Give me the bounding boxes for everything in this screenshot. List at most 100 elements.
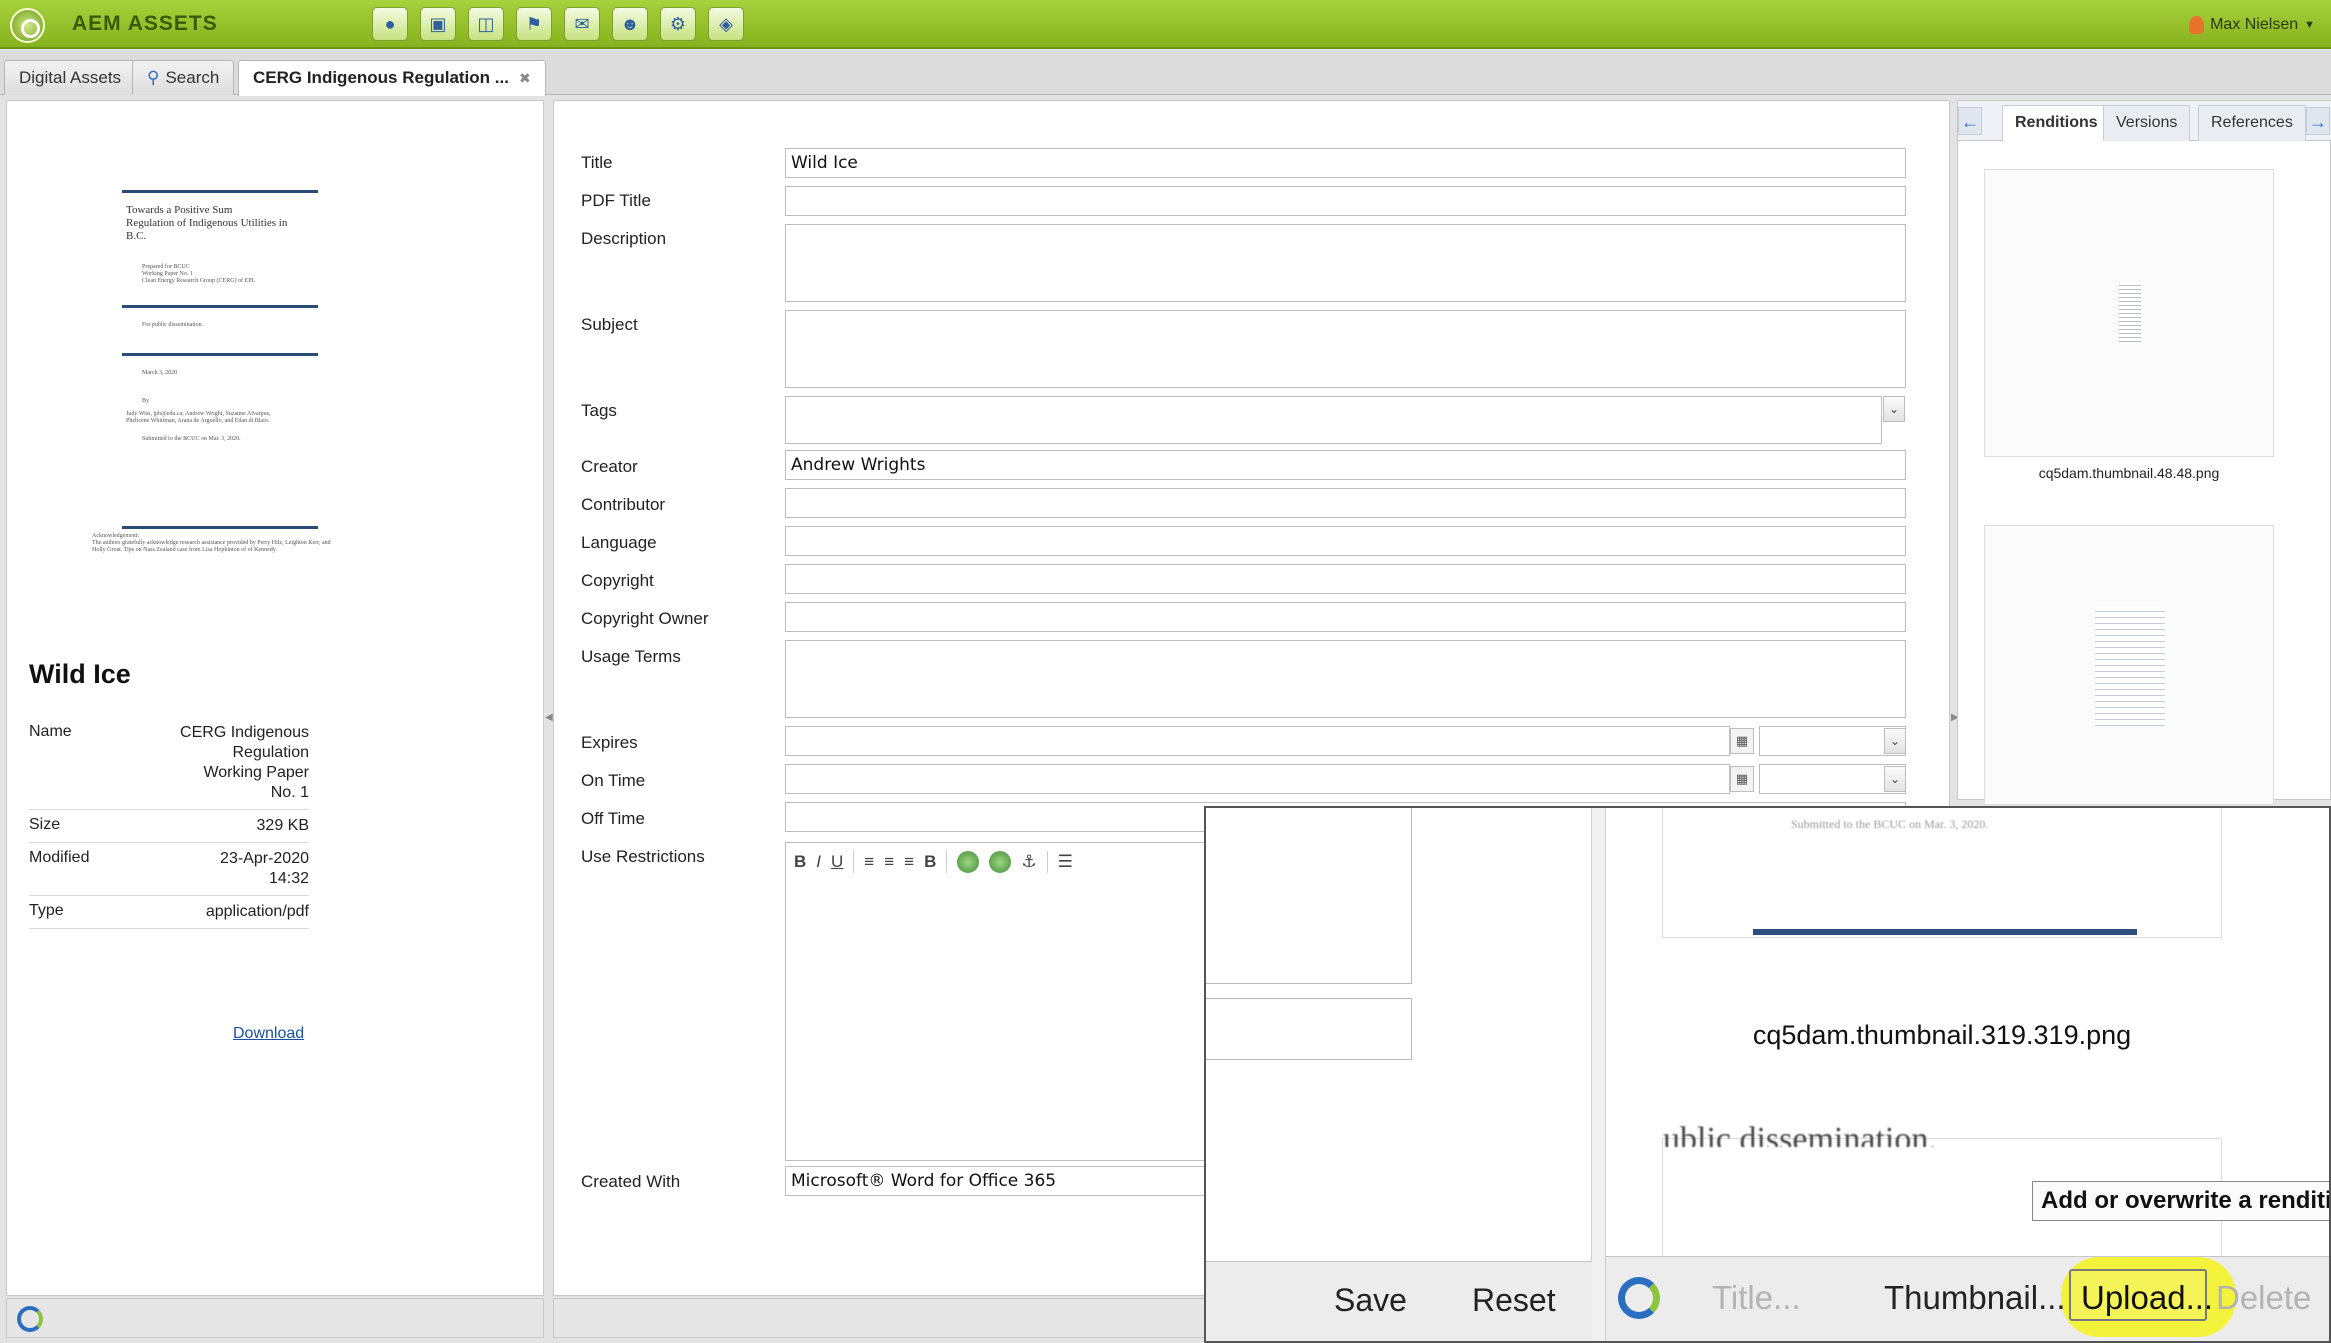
- meta-key: Name: [29, 723, 72, 740]
- off-time-label: Off Time: [581, 809, 645, 828]
- underline-button[interactable]: U: [831, 852, 843, 872]
- unlink-icon[interactable]: [989, 851, 1012, 873]
- doc-authors: Judy Wiss, jpb@edu.ca; Andrew Wright, Su…: [126, 411, 271, 424]
- doc-prepared: Prepared for BCUC Working Paper No. 1 Cl…: [142, 264, 256, 284]
- tab-digital-assets[interactable]: Digital Assets: [4, 60, 137, 95]
- doc-rule: [122, 353, 318, 356]
- doc-rule: [1753, 929, 2137, 935]
- preview-text: Submitted to the BCUC on Mar. 3, 2020.: [1791, 817, 1989, 831]
- refresh-icon[interactable]: [17, 1306, 43, 1332]
- tab-label: Digital Assets: [19, 68, 122, 87]
- bullet-list-icon[interactable]: ☰: [1058, 852, 1073, 872]
- refresh-icon[interactable]: [1618, 1277, 1660, 1319]
- users-icon[interactable]: ☻: [612, 7, 648, 41]
- rendition-thumbnail[interactable]: [1984, 169, 2274, 457]
- tab-references[interactable]: References: [2198, 105, 2306, 141]
- aem-logo-icon[interactable]: [10, 8, 45, 43]
- creator-input[interactable]: Andrew Wrights: [785, 450, 1906, 480]
- doc-acknowledgement: Acknowledgement: The authors gratefully …: [92, 533, 331, 553]
- title-button[interactable]: Title...: [1712, 1279, 1801, 1317]
- usage-terms-textarea[interactable]: [785, 640, 1906, 718]
- save-button[interactable]: Save: [1334, 1282, 1407, 1319]
- copyright-input[interactable]: [785, 564, 1906, 594]
- pdf-title-input[interactable]: [785, 186, 1906, 216]
- created-with-label: Created With: [581, 1172, 681, 1191]
- chevron-down-icon[interactable]: ⌄: [1883, 396, 1905, 422]
- usage-terms-label: Usage Terms: [581, 647, 681, 666]
- description-textarea[interactable]: [785, 224, 1906, 302]
- doc-rule: [122, 190, 318, 193]
- asset-title: Wild Ice: [29, 659, 131, 689]
- calendar-icon[interactable]: ▦: [1730, 766, 1754, 792]
- inbox-icon[interactable]: ✉: [564, 7, 600, 41]
- italic-button[interactable]: I: [816, 852, 821, 872]
- align-right-icon[interactable]: ≡: [904, 852, 914, 872]
- upload-button[interactable]: Upload...: [2081, 1279, 2213, 1317]
- tags-input[interactable]: [785, 396, 1882, 444]
- top-toolbar: ● ▣ ◫ ⚑ ✉ ☻ ⚙ ◈: [372, 7, 744, 41]
- tags-label: Tags: [581, 401, 617, 420]
- tools-icon[interactable]: ⚙: [660, 7, 696, 41]
- user-menu[interactable]: Max Nielsen ▼: [2189, 16, 2315, 34]
- anchor-icon[interactable]: ⚓: [1021, 852, 1036, 872]
- toolbar-divider: [853, 851, 855, 873]
- reset-button[interactable]: Reset: [1472, 1282, 1556, 1319]
- tab-asset-editor[interactable]: CERG Indigenous Regulation ... ✖: [238, 60, 546, 96]
- chevron-down-icon: ▼: [2304, 19, 2315, 31]
- zoom-textarea[interactable]: [1206, 808, 1412, 984]
- align-center-icon[interactable]: ≡: [884, 852, 894, 872]
- meta-value: 23-Apr-2020 14:32: [220, 850, 309, 887]
- renditions-panel: ← Renditions Versions References → cq5da…: [1957, 100, 2331, 805]
- bold-button[interactable]: B: [794, 852, 806, 872]
- copyright-owner-label: Copyright Owner: [581, 609, 709, 628]
- chevron-down-icon[interactable]: ⌄: [1884, 728, 1906, 754]
- renditions-tab-bar: ← Renditions Versions References →: [1958, 101, 2331, 141]
- copyright-owner-input[interactable]: [785, 602, 1906, 632]
- on-time-date-input[interactable]: [785, 764, 1730, 794]
- meta-value: application/pdf: [205, 903, 309, 920]
- creator-label: Creator: [581, 457, 638, 476]
- globe-icon[interactable]: ●: [372, 7, 408, 41]
- zoom-overlay: Save Reset Submitted to the BCUC on Mar.…: [1204, 806, 2331, 1343]
- panel-splitter[interactable]: ◀: [544, 100, 553, 1296]
- zoom-input[interactable]: [1206, 998, 1412, 1060]
- doc-rule: [122, 526, 318, 529]
- link-icon[interactable]: [957, 851, 980, 873]
- align-left-icon[interactable]: ≡: [864, 852, 874, 872]
- doc-date: March 3, 2020: [142, 370, 178, 376]
- doc-title: Towards a Positive Sum Regulation of Ind…: [126, 204, 288, 242]
- arrow-left-icon[interactable]: ←: [1958, 107, 1982, 135]
- title-input[interactable]: Wild Ice: [785, 148, 1906, 178]
- download-link[interactable]: Download: [233, 1025, 304, 1043]
- meta-row-size: Size 329 KB: [29, 810, 309, 843]
- arrow-right-icon[interactable]: →: [2306, 107, 2330, 135]
- contributor-input[interactable]: [785, 488, 1906, 518]
- document-preview[interactable]: Towards a Positive Sum Regulation of Ind…: [83, 187, 363, 657]
- delete-button[interactable]: Delete: [2216, 1279, 2311, 1317]
- language-input[interactable]: [785, 526, 1906, 556]
- asset-metadata-table: Name CERG Indigenous Regulation Working …: [29, 717, 309, 929]
- thumbnail-button[interactable]: Thumbnail...: [1884, 1279, 2066, 1317]
- toolbar-divider: [1046, 851, 1048, 873]
- tagging-icon[interactable]: ◈: [708, 7, 744, 41]
- rendition-thumbnail[interactable]: [1984, 525, 2274, 805]
- subject-textarea[interactable]: [785, 310, 1906, 388]
- tab-versions[interactable]: Versions: [2103, 105, 2191, 141]
- tab-renditions[interactable]: Renditions: [2002, 105, 2111, 141]
- tab-label: Renditions: [2015, 114, 2098, 131]
- calendar-icon[interactable]: ▦: [1730, 728, 1754, 754]
- expires-date-input[interactable]: [785, 726, 1730, 756]
- campaigns-icon[interactable]: ⚑: [516, 7, 552, 41]
- left-footer-bar: [6, 1298, 544, 1338]
- assets-icon[interactable]: ▣: [420, 7, 456, 41]
- format-button[interactable]: B: [924, 852, 936, 872]
- tab-search[interactable]: ⚲ Search: [132, 60, 235, 95]
- sites-icon[interactable]: ◫: [468, 7, 504, 41]
- zoom-form-pane: Save Reset: [1206, 808, 1592, 1341]
- rte-toolbar: B I U ≡ ≡ ≡ B ⚓ ☰: [794, 851, 1073, 873]
- asset-info-panel: Towards a Positive Sum Regulation of Ind…: [6, 100, 544, 1296]
- meta-key: Size: [29, 816, 61, 833]
- rendition-thumbnail[interactable]: Submitted to the BCUC on Mar. 3, 2020.: [1662, 808, 2222, 938]
- close-icon[interactable]: ✖: [519, 70, 531, 86]
- chevron-down-icon[interactable]: ⌄: [1884, 766, 1906, 792]
